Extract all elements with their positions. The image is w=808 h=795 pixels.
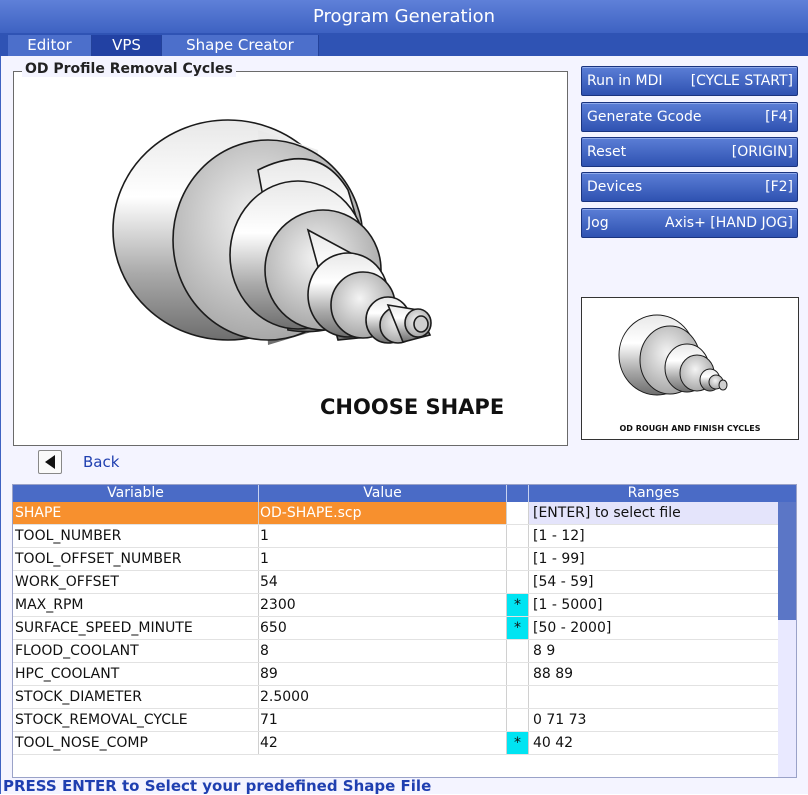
required-marker-cell: * bbox=[507, 617, 529, 640]
value-cell: 1 bbox=[259, 525, 507, 548]
generate-gcode-button[interactable]: Generate Gcode [F4] bbox=[581, 102, 798, 132]
range-cell: [54 - 59] bbox=[533, 574, 594, 590]
range-cell: 88 89 bbox=[533, 666, 574, 682]
back-button[interactable] bbox=[38, 450, 62, 474]
back-label[interactable]: Back bbox=[83, 453, 119, 471]
reset-button[interactable]: Reset [ORIGIN] bbox=[581, 137, 798, 167]
generate-gcode-key: [F4] bbox=[765, 109, 793, 125]
table-row[interactable]: WORK_OFFSET 54 [54 - 59] bbox=[13, 571, 778, 594]
table-row[interactable]: HPC_COOLANT 89 88 89 bbox=[13, 663, 778, 686]
thumbnail-part-illustration bbox=[618, 314, 728, 396]
thumbnail-caption: OD ROUGH AND FINISH CYCLES bbox=[619, 424, 761, 433]
reset-key: [ORIGIN] bbox=[731, 144, 793, 160]
run-in-mdi-key: [CYCLE START] bbox=[690, 73, 793, 89]
tab-vps[interactable]: VPS bbox=[92, 35, 162, 56]
value-cell: 650 bbox=[259, 617, 507, 640]
range-cell: [50 - 2000] bbox=[533, 620, 612, 636]
variable-cell: TOOL_OFFSET_NUMBER bbox=[13, 548, 259, 571]
table-row[interactable]: STOCK_DIAMETER 2.5000 bbox=[13, 686, 778, 709]
variable-cell: MAX_RPM bbox=[13, 594, 259, 617]
variables-table: Variable Value Ranges SHAPE OD-SHAPE.scp [… bbox=[12, 484, 797, 778]
value-cell: 8 bbox=[259, 640, 507, 663]
reset-label: Reset bbox=[587, 144, 627, 160]
jog-label: Jog bbox=[587, 215, 609, 231]
required-marker-cell bbox=[507, 525, 529, 548]
tab-shape-creator[interactable]: Shape Creator bbox=[162, 35, 319, 56]
header-marker bbox=[507, 485, 529, 502]
range-cell: [ENTER] to select file bbox=[529, 502, 778, 525]
jog-button[interactable]: Jog Axis+ [HAND JOG] bbox=[581, 208, 798, 238]
shape-preview-image bbox=[18, 80, 535, 432]
table-row[interactable]: MAX_RPM 2300 * [1 - 5000] bbox=[13, 594, 778, 617]
header-ranges: Ranges bbox=[627, 485, 680, 501]
variable-cell: FLOOD_COOLANT bbox=[13, 640, 259, 663]
value-cell: 2300 bbox=[259, 594, 507, 617]
table-row[interactable]: TOOL_NOSE_COMP 42 * 40 42 bbox=[13, 732, 778, 755]
devices-key: [F2] bbox=[765, 179, 793, 195]
devices-label: Devices bbox=[587, 179, 643, 195]
value-cell: OD-SHAPE.scp bbox=[259, 502, 507, 525]
run-in-mdi-button[interactable]: Run in MDI [CYCLE START] bbox=[581, 66, 798, 96]
variable-cell: WORK_OFFSET bbox=[13, 571, 259, 594]
group-title: OD Profile Removal Cycles bbox=[22, 61, 236, 77]
variable-cell: HPC_COOLANT bbox=[13, 663, 259, 686]
range-cell: [1 - 12] bbox=[533, 528, 585, 544]
required-marker-cell bbox=[507, 686, 529, 709]
table-row[interactable]: FLOOD_COOLANT 8 8 9 bbox=[13, 640, 778, 663]
required-marker-cell bbox=[507, 640, 529, 663]
status-message: PRESS ENTER to Select your predefined Sh… bbox=[3, 777, 432, 795]
run-in-mdi-label: Run in MDI bbox=[587, 73, 663, 89]
table-row[interactable]: TOOL_OFFSET_NUMBER 1 [1 - 99] bbox=[13, 548, 778, 571]
table-header: Variable Value Ranges bbox=[13, 485, 796, 502]
range-cell: 8 9 bbox=[533, 643, 556, 659]
header-value: Value bbox=[259, 485, 507, 502]
jog-key: Axis+ [HAND JOG] bbox=[665, 215, 793, 231]
variable-cell: TOOL_NUMBER bbox=[13, 525, 259, 548]
tab-editor[interactable]: Editor bbox=[8, 35, 92, 56]
range-cell bbox=[529, 686, 778, 709]
table-row[interactable]: STOCK_REMOVAL_CYCLE 71 0 71 73 bbox=[13, 709, 778, 732]
value-cell: 54 bbox=[259, 571, 507, 594]
value-cell: 42 bbox=[259, 732, 507, 755]
header-variable: Variable bbox=[13, 485, 259, 502]
table-row[interactable]: TOOL_NUMBER 1 [1 - 12] bbox=[13, 525, 778, 548]
preview-caption: CHOOSE SHAPE bbox=[320, 395, 505, 419]
value-cell: 89 bbox=[259, 663, 507, 686]
table-row[interactable]: SURFACE_SPEED_MINUTE 650 * [50 - 2000] bbox=[13, 617, 778, 640]
lathe-part-illustration bbox=[112, 119, 432, 345]
required-marker-cell bbox=[507, 571, 529, 594]
variable-cell: SHAPE bbox=[13, 502, 259, 525]
value-cell: 1 bbox=[259, 548, 507, 571]
required-marker-cell bbox=[507, 663, 529, 686]
tab-bar: Editor VPS Shape Creator bbox=[0, 33, 808, 56]
variable-cell: STOCK_DIAMETER bbox=[13, 686, 259, 709]
row-divider bbox=[13, 754, 778, 755]
variable-cell: STOCK_REMOVAL_CYCLE bbox=[13, 709, 259, 732]
value-cell: 71 bbox=[259, 709, 507, 732]
window-title: Program Generation bbox=[0, 0, 808, 33]
required-marker-cell: * bbox=[507, 594, 529, 617]
required-marker-cell: * bbox=[507, 732, 529, 755]
range-cell: 40 42 bbox=[533, 735, 574, 751]
required-marker-cell bbox=[507, 502, 529, 525]
generate-gcode-label: Generate Gcode bbox=[587, 109, 702, 125]
range-cell: [1 - 5000] bbox=[533, 597, 603, 613]
variable-cell: SURFACE_SPEED_MINUTE bbox=[13, 617, 259, 640]
scrollbar-thumb[interactable] bbox=[778, 502, 796, 620]
left-triangle-icon bbox=[45, 455, 55, 469]
required-marker-cell bbox=[507, 709, 529, 732]
table-row[interactable]: SHAPE OD-SHAPE.scp [ENTER] to select file bbox=[13, 502, 778, 525]
range-cell: [1 - 99] bbox=[533, 551, 585, 567]
required-marker-cell bbox=[507, 548, 529, 571]
devices-button[interactable]: Devices [F2] bbox=[581, 172, 798, 202]
value-cell: 2.5000 bbox=[259, 686, 507, 709]
cycle-thumbnail[interactable]: OD ROUGH AND FINISH CYCLES bbox=[581, 297, 799, 440]
range-cell: 0 71 73 bbox=[533, 712, 587, 728]
variable-cell: TOOL_NOSE_COMP bbox=[13, 732, 259, 755]
